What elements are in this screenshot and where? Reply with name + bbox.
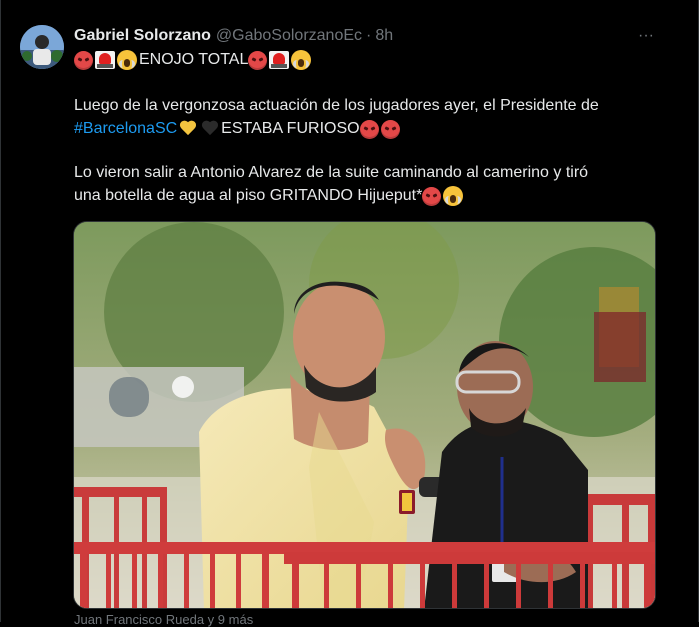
screaming-face-icon [443,186,464,206]
image-caption[interactable]: Juan Francisco Rueda y 9 más [74,612,253,627]
more-icon[interactable]: ··· [636,26,656,46]
police-light-icon [95,51,115,69]
angry-face-icon [380,119,400,139]
tweet-line-4-text: Lo vieron salir a Antonio Alvarez de la … [74,164,589,181]
hashtag-link[interactable]: #BarcelonaSC [74,118,177,140]
angry-face-icon [359,119,379,139]
tweet[interactable]: Gabriel Solorzano @GaboSolorzanoEc · 8h … [0,0,699,627]
angry-face-icon [422,186,442,206]
header-separator: · [366,27,372,44]
avatar-image [20,25,64,69]
tweet-line-1-text: ENOJO TOTAL [139,51,249,68]
tweet-time[interactable]: 8h [375,27,393,45]
police-light-icon [269,51,290,69]
more-label: ··· [638,27,654,44]
angry-face-icon [74,50,93,70]
screaming-face-icon [117,50,137,70]
screaming-face-icon [291,50,312,70]
tweet-line-5-text: una botella de agua al piso GRITANDO Hij… [74,187,423,204]
author-handle[interactable]: @GaboSolorzanoEc [216,27,362,45]
angry-face-icon [248,50,268,70]
avatar[interactable] [20,25,64,69]
tweet-image[interactable] [73,221,656,609]
tweet-line-1: ENOJO TOTAL [74,49,313,71]
yellow-heart-icon [179,121,197,137]
tweet-line-3: #BarcelonaSC ESTABA FURIOSO [74,118,402,140]
tweet-line-2-text: Luego de la vergonzosa actuación de los … [74,97,599,114]
tweet-line-3-text: ESTABA FURIOSO [221,120,360,137]
black-heart-icon [201,121,219,137]
tweet-line-5: una botella de agua al piso GRITANDO Hij… [74,185,465,207]
tweet-line-4: Lo vieron salir a Antonio Alvarez de la … [74,162,588,184]
tweet-header: Gabriel Solorzano @GaboSolorzanoEc · 8h [74,26,393,46]
author-name[interactable]: Gabriel Solorzano [74,27,211,45]
tweet-line-2: Luego de la vergonzosa actuación de los … [74,95,599,117]
tweet-photo [74,222,655,608]
